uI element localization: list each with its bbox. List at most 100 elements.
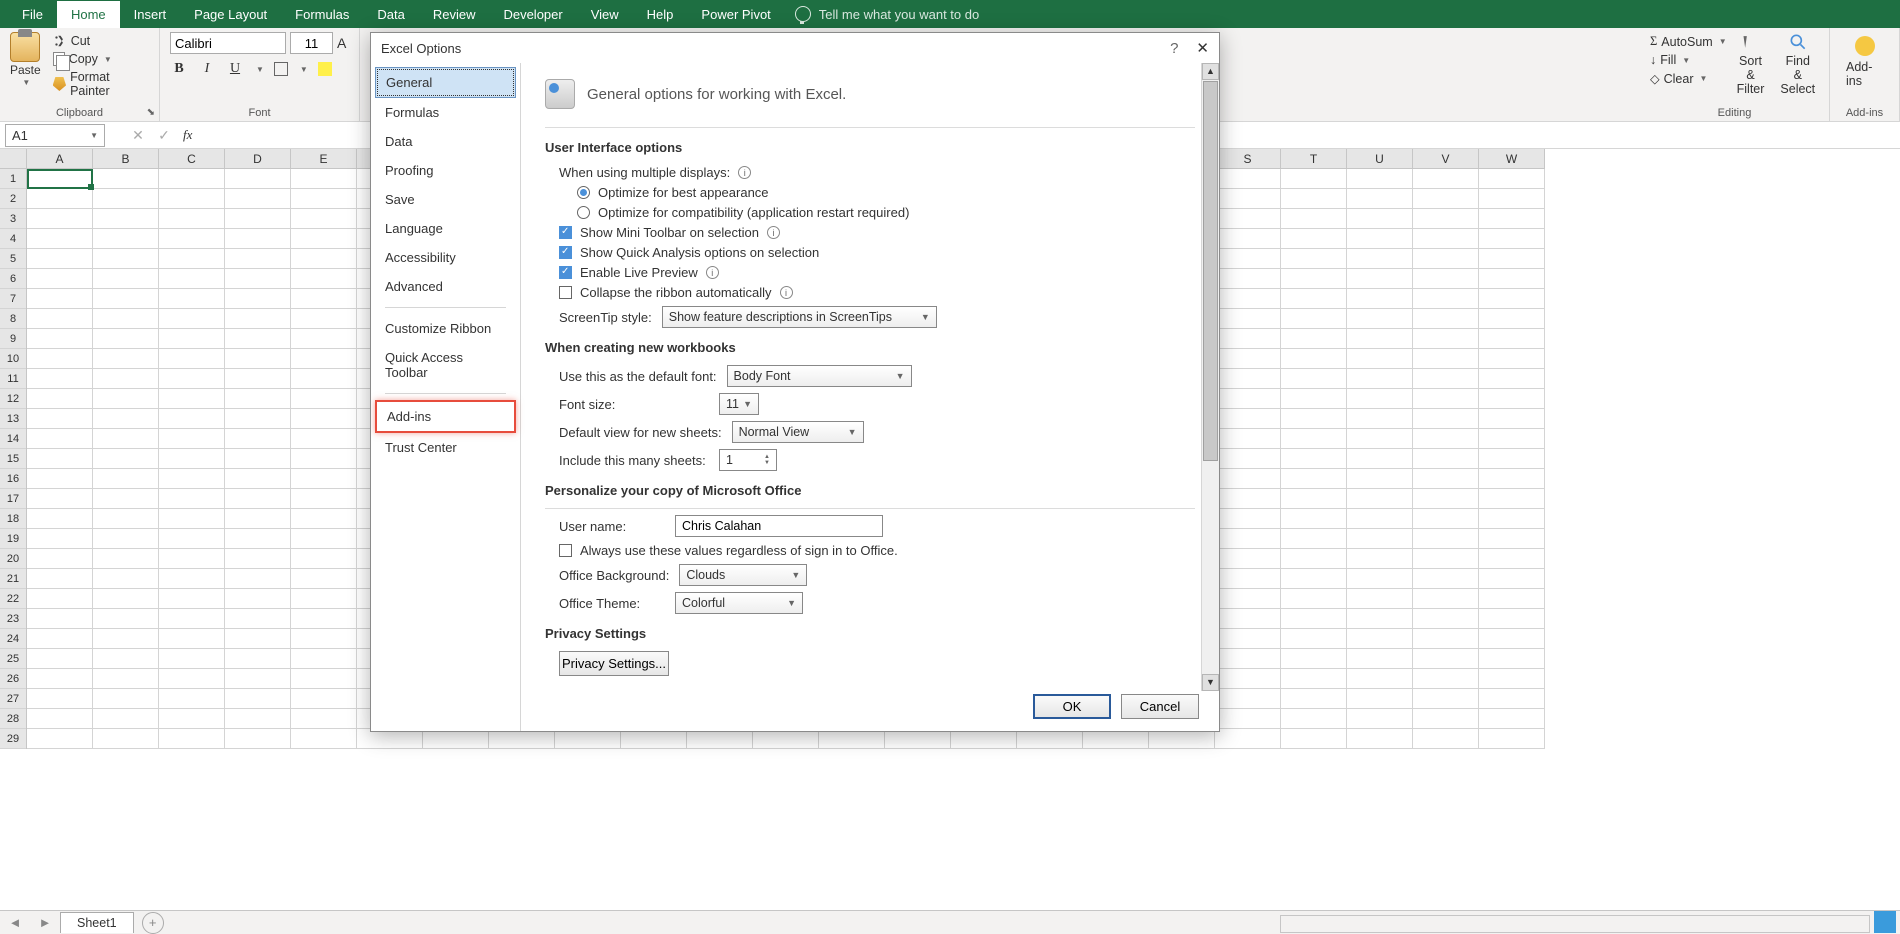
cell[interactable] [1479,609,1545,629]
cell[interactable] [1281,729,1347,749]
cell[interactable] [1215,389,1281,409]
col-header[interactable]: D [225,149,291,169]
default-view-combo[interactable]: Normal View▼ [732,421,864,443]
close-button[interactable]: ✕ [1196,39,1209,57]
font-size-combo[interactable] [290,32,333,54]
check-live-preview[interactable]: Enable Live Preview i [559,265,1195,280]
cell[interactable] [1215,689,1281,709]
cell[interactable] [225,689,291,709]
cell[interactable] [1215,729,1281,749]
check-mini-toolbar[interactable]: Show Mini Toolbar on selection i [559,225,1195,240]
cell[interactable] [1413,669,1479,689]
cell[interactable] [1413,249,1479,269]
privacy-settings-button[interactable]: Privacy Settings... [559,651,669,676]
cell[interactable] [1479,409,1545,429]
cell[interactable] [93,429,159,449]
check-collapse-ribbon[interactable]: Collapse the ribbon automatically i [559,285,1195,300]
cell[interactable] [1479,569,1545,589]
cell[interactable] [27,649,93,669]
cell[interactable] [1413,689,1479,709]
cell[interactable] [1281,349,1347,369]
cell[interactable] [1479,469,1545,489]
cell[interactable] [93,309,159,329]
nav-general[interactable]: General [375,67,516,98]
row-header[interactable]: 27 [0,689,26,709]
cell[interactable] [1347,569,1413,589]
cell[interactable] [225,569,291,589]
cell[interactable] [93,629,159,649]
cell[interactable] [159,329,225,349]
info-icon[interactable]: i [780,286,793,299]
cell[interactable] [291,549,357,569]
cell[interactable] [159,369,225,389]
font-size-combo[interactable]: 11▼ [719,393,759,415]
row-header[interactable]: 15 [0,449,26,469]
info-icon[interactable]: i [738,166,751,179]
cell[interactable] [225,729,291,749]
cell[interactable] [93,729,159,749]
cell[interactable] [489,729,555,749]
cell[interactable] [159,589,225,609]
cell[interactable] [27,249,93,269]
cell[interactable] [291,249,357,269]
cell[interactable] [27,589,93,609]
cell[interactable] [27,729,93,749]
cell[interactable] [1479,189,1545,209]
help-button[interactable]: ? [1170,40,1178,57]
cell[interactable] [159,489,225,509]
cell[interactable] [1347,469,1413,489]
col-header[interactable]: C [159,149,225,169]
cell[interactable] [225,469,291,489]
cell[interactable] [1281,229,1347,249]
cell[interactable] [93,669,159,689]
cell[interactable] [1281,469,1347,489]
cell[interactable] [1479,509,1545,529]
cell[interactable] [27,209,93,229]
cell[interactable] [27,269,93,289]
cell[interactable] [1479,529,1545,549]
cell[interactable] [1479,209,1545,229]
cell[interactable] [753,729,819,749]
office-bg-combo[interactable]: Clouds▼ [679,564,807,586]
col-header[interactable]: E [291,149,357,169]
cell[interactable] [357,729,423,749]
cell[interactable] [159,309,225,329]
cell[interactable] [1347,549,1413,569]
paste-button[interactable]: Paste ▼ [10,32,47,87]
cell[interactable] [1215,289,1281,309]
ok-button[interactable]: OK [1033,694,1111,719]
autosum-button[interactable]: Σ AutoSum ▼ [1650,32,1727,51]
cell[interactable] [1347,269,1413,289]
cell[interactable] [1281,489,1347,509]
radio-optimize-appearance[interactable]: Optimize for best appearance [577,185,1195,200]
cell[interactable] [159,409,225,429]
dialog-scrollbar[interactable]: ▲ ▼ [1201,63,1219,691]
cell[interactable] [159,169,225,189]
cell[interactable] [1413,569,1479,589]
cell[interactable] [93,709,159,729]
cell[interactable] [1347,529,1413,549]
format-painter-button[interactable]: Format Painter [53,68,149,100]
cell[interactable] [27,489,93,509]
cell[interactable] [93,509,159,529]
cell[interactable] [1347,509,1413,529]
cell[interactable] [225,709,291,729]
cell[interactable] [1347,649,1413,669]
cell[interactable] [1281,449,1347,469]
sheet-nav-prev[interactable]: ◄ [0,915,30,930]
cell[interactable] [27,469,93,489]
cell[interactable] [27,309,93,329]
dialog-launcher-icon[interactable]: ⬊ [147,107,155,118]
radio-optimize-compat[interactable]: Optimize for compatibility (application … [577,205,1195,220]
cell[interactable] [225,169,291,189]
cell[interactable] [1413,549,1479,569]
cell[interactable] [1479,309,1545,329]
name-box[interactable]: A1 ▼ [5,124,105,147]
cell[interactable] [1479,449,1545,469]
cell[interactable] [1413,509,1479,529]
cell[interactable] [1413,649,1479,669]
cell[interactable] [225,429,291,449]
tab-help[interactable]: Help [633,1,688,28]
corner-resize[interactable] [1874,911,1896,933]
cell[interactable] [93,489,159,509]
